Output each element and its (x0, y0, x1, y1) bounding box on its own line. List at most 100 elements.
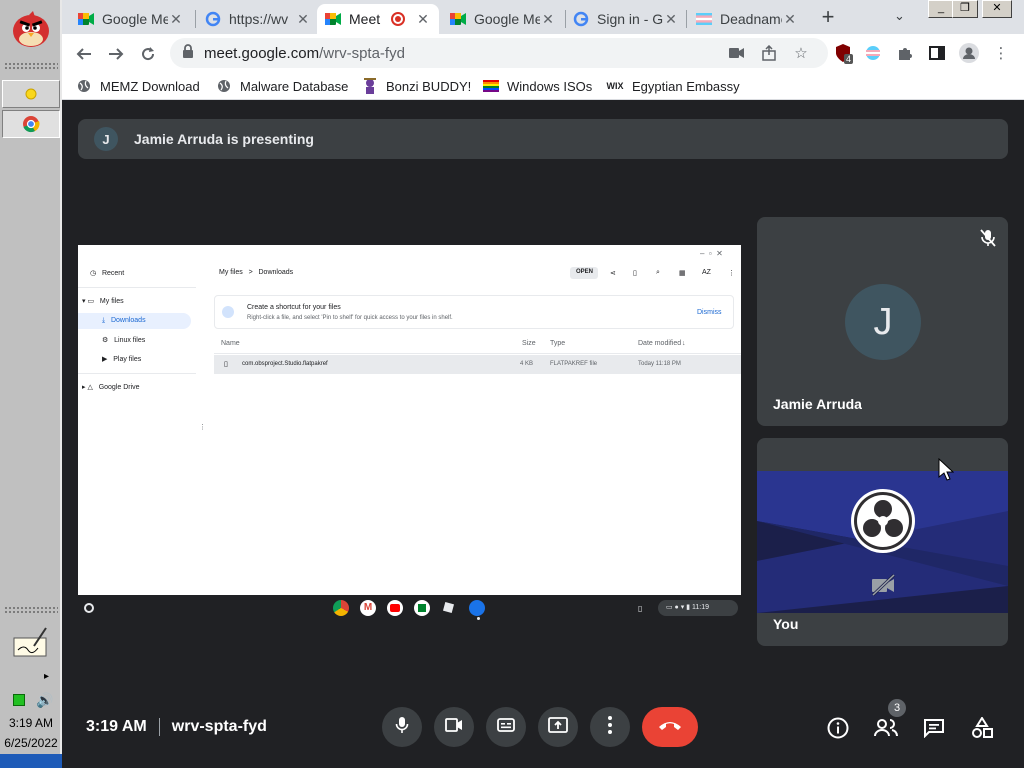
fm-banner-text: Right-click a file, and select 'Pin to s… (247, 315, 453, 321)
shelf-meet-icon (414, 600, 430, 616)
network-status-icon[interactable] (13, 694, 25, 706)
shelf-status-area: ▭ ● ▾ ▮ 11:19 (658, 600, 738, 616)
taskbar-clock-date[interactable]: 6/25/2022 (0, 736, 62, 750)
chromeos-shelf: M ▯ ▭ ● ▾ ▮ 11:19 (78, 595, 741, 621)
leave-call-button[interactable] (642, 707, 698, 747)
profile-avatar-icon[interactable] (958, 42, 980, 64)
chrome-menu-icon[interactable]: ⋮ (990, 42, 1012, 64)
forward-arrow-icon[interactable] (102, 40, 130, 68)
share-icon[interactable] (758, 42, 780, 64)
people-icon[interactable]: 3 (873, 699, 906, 741)
signature-pen-icon[interactable] (12, 626, 48, 658)
side-panel-icon[interactable] (926, 42, 948, 64)
participant-tile-you[interactable]: You (757, 438, 1008, 646)
participant-tile-jamie[interactable]: J Jamie Arruda (757, 217, 1008, 426)
camera-button[interactable] (434, 707, 474, 747)
trans-flag-extension-icon[interactable] (862, 42, 884, 64)
fm-file-size: 4 KB (520, 361, 534, 367)
tab-close-icon[interactable]: ✕ (295, 11, 311, 28)
chrome-window: Google Me ✕ https://wv ✕ Meet ✕ Google M… (62, 0, 1024, 768)
bookmark-label: Malware Database (240, 78, 349, 94)
maximize-button[interactable]: ❐ (952, 0, 978, 18)
close-window-button[interactable]: ✕ (982, 0, 1012, 18)
fm-sidebar-recent: ◷ Recent (90, 270, 125, 277)
chat-icon[interactable] (921, 715, 947, 741)
fm-file-type: FLATPAKREF file (550, 361, 598, 367)
microphone-button[interactable] (382, 707, 422, 747)
tab-close-icon[interactable]: ✕ (663, 11, 679, 28)
meeting-code[interactable]: wrv-spta-fyd (172, 718, 267, 736)
people-count-badge: 3 (888, 699, 906, 717)
bookmark-label: Bonzi BUDDY! (386, 78, 472, 94)
meet-control-bar: 3:19 AM wrv-spta-fyd 3 (62, 690, 1024, 768)
trans-flag-icon (696, 11, 712, 27)
bookmark-star-icon[interactable]: ☆ (790, 42, 812, 64)
bookmark-malware-database[interactable]: Malware Database (216, 76, 348, 96)
bookmark-label: Egyptian Embassy (632, 78, 740, 94)
wix-icon: WIX (606, 81, 624, 91)
bookmark-windows-isos[interactable]: Windows ISOs (483, 76, 592, 96)
meeting-info-icon[interactable] (825, 715, 851, 741)
globe-icon (76, 78, 92, 94)
tab-google-search[interactable]: https://wv ✕ (197, 4, 319, 34)
fm-banner-title: Create a shortcut for your files (247, 304, 341, 311)
taskbar-bottom-strip (0, 754, 62, 768)
fm-share-icon: ⋖ (610, 270, 616, 277)
tab-close-icon[interactable]: ✕ (540, 11, 556, 28)
fm-grid-view-icon: ▦ (679, 270, 686, 277)
shelf-gmail-icon: M (360, 600, 376, 616)
extension-badge: 4 (844, 54, 854, 64)
minimize-button[interactable]: _ (928, 0, 954, 18)
captions-button[interactable] (486, 707, 526, 747)
tab-title: Sign in - G (597, 11, 663, 27)
tray-expand-icon[interactable]: ▸ (44, 671, 49, 682)
fm-delete-icon: ▯ (633, 270, 637, 277)
tab-google-meet-2[interactable]: Google Me ✕ (442, 4, 564, 34)
tab-title: Google Me (102, 11, 168, 27)
taskbar-app-sun-icon[interactable] (2, 80, 60, 108)
taskbar-app-chrome-icon[interactable] (2, 110, 60, 138)
bookmark-memz[interactable]: MEMZ Download (76, 76, 200, 96)
tab-close-icon[interactable]: ✕ (168, 11, 184, 28)
present-now-button[interactable] (538, 707, 578, 747)
camera-in-use-icon[interactable] (726, 42, 748, 64)
tab-close-icon[interactable]: ✕ (782, 11, 798, 28)
ublock-extension-icon[interactable]: 4 (832, 42, 854, 64)
tab-title: Meet (349, 11, 381, 27)
new-tab-button[interactable]: + (816, 6, 840, 30)
fm-sidebar-downloads: ⤓ Downloads (102, 317, 146, 324)
shelf-youtube-icon (387, 600, 403, 616)
activities-icon[interactable] (969, 715, 995, 741)
back-arrow-icon[interactable] (70, 40, 98, 68)
tab-google-meet-1[interactable]: Google Me ✕ (70, 4, 192, 34)
volume-icon[interactable]: 🔊 (36, 692, 53, 709)
tab-deadname[interactable]: Deadname ✕ (688, 4, 806, 34)
fm-breadcrumb: My files > Downloads (219, 269, 294, 276)
tab-close-icon[interactable]: ✕ (415, 11, 431, 28)
taskbar-clock-time[interactable]: 3:19 AM (0, 716, 62, 730)
start-button-angry-bird-icon[interactable] (4, 4, 58, 54)
bookmark-bonzi-buddy[interactable]: Bonzi BUDDY! (362, 76, 471, 96)
tab-title: Deadname (720, 11, 782, 27)
presenting-text: Jamie Arruda is presenting (134, 131, 314, 147)
extensions-puzzle-icon[interactable] (894, 42, 916, 64)
tab-meet-active[interactable]: Meet ✕ (317, 4, 439, 34)
bookmark-egyptian-embassy[interactable]: WIX Egyptian Embassy (606, 76, 740, 96)
meeting-details: 3:19 AM wrv-spta-fyd (86, 718, 267, 736)
mouse-cursor-icon (938, 457, 955, 487)
more-options-button[interactable] (590, 707, 630, 747)
lock-icon[interactable] (182, 43, 194, 63)
obs-virtual-camera-feed (757, 471, 1008, 613)
fm-sidebar-my-files: ▾ ▭ My files (82, 298, 124, 305)
google-g-icon (573, 11, 589, 27)
desktop-taskbar: ▸ 🔊 3:19 AM 6/25/2022 (0, 0, 62, 768)
tab-search-chevron-icon[interactable]: ⌄ (894, 8, 905, 24)
tab-sign-in[interactable]: Sign in - G ✕ (565, 4, 687, 34)
rainbow-flag-icon (483, 78, 499, 94)
presenter-avatar: J (94, 127, 118, 151)
fm-resize-handle: ⋮ (199, 424, 206, 431)
participant-name: Jamie Arruda (773, 396, 862, 412)
reload-icon[interactable] (134, 40, 162, 68)
shared-screen-presentation[interactable]: – ▫ ✕ ◷ Recent ▾ ▭ My files ⤓ Downloads … (78, 245, 741, 621)
fm-file-date: Today 11:18 PM (638, 361, 681, 367)
